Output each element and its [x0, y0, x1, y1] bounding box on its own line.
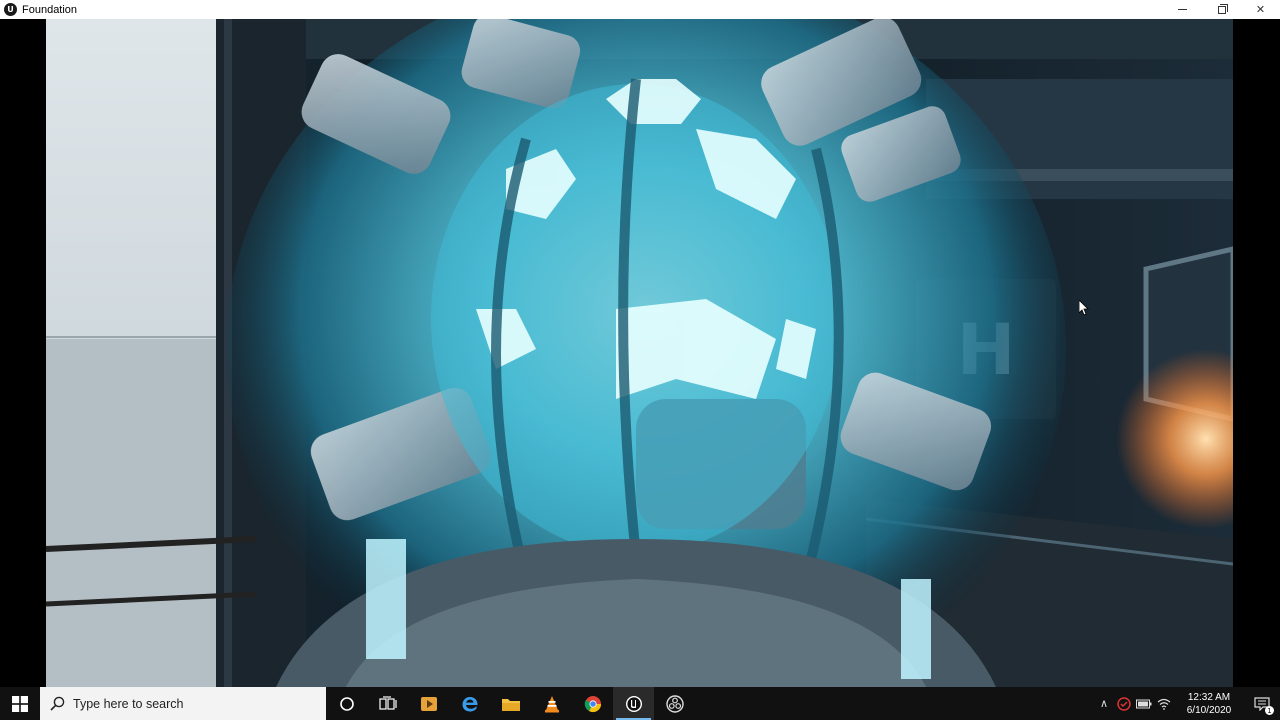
task-view-button[interactable] [367, 687, 408, 720]
search-input[interactable] [71, 695, 295, 712]
taskbar-clock[interactable]: 12:32 AM 6/10/2020 [1178, 691, 1240, 717]
window-title-bar[interactable]: U Foundation ✕ [0, 0, 1280, 19]
task-view-icon [378, 695, 397, 710]
windows-taskbar: ∧ 12:32 AM 6/10/2020 [0, 687, 1280, 720]
mouse-cursor-icon [1079, 300, 1089, 316]
chevron-up-icon: ∧ [1099, 697, 1109, 710]
windows-logo-icon [12, 695, 28, 712]
taskbar-app-vlc[interactable] [531, 687, 572, 720]
system-tray: ∧ 12:32 AM 6/10/2020 1 [1094, 687, 1280, 720]
tray-security-button[interactable] [1114, 687, 1134, 720]
search-icon [50, 696, 65, 711]
restore-button[interactable] [1202, 0, 1241, 19]
tray-network-button[interactable] [1154, 687, 1174, 720]
taskbar-app-file-explorer[interactable] [490, 687, 531, 720]
taskbar-app-unreal-engine[interactable] [613, 687, 654, 720]
battery-icon [1136, 699, 1152, 708]
notification-count-badge: 1 [1265, 706, 1274, 715]
taskbar-search-box[interactable] [40, 687, 326, 720]
chrome-icon [584, 695, 601, 712]
clock-date: 6/10/2020 [1186, 704, 1232, 716]
unreal-engine-icon [625, 695, 642, 712]
close-button[interactable]: ✕ [1241, 0, 1280, 19]
minimize-button[interactable] [1163, 0, 1202, 19]
window-controls: ✕ [1163, 0, 1280, 19]
security-shield-icon [1117, 696, 1131, 711]
taskbar-app-obs[interactable] [654, 687, 695, 720]
show-hidden-icons-button[interactable]: ∧ [1094, 687, 1114, 720]
taskbar-app-edge[interactable] [449, 687, 490, 720]
wifi-icon [1157, 698, 1171, 710]
cortana-button[interactable] [326, 687, 367, 720]
media-player-icon [420, 696, 437, 711]
action-center-button[interactable]: 1 [1244, 687, 1280, 720]
minimize-icon [1178, 9, 1187, 10]
window-title: Foundation [22, 3, 78, 16]
close-icon: ✕ [1255, 3, 1266, 16]
tray-battery-button[interactable] [1134, 687, 1154, 720]
sci-fi-reactor-scene: H [46, 19, 1233, 687]
unreal-engine-app-icon: U [4, 3, 17, 16]
taskbar-app-media-player[interactable] [408, 687, 449, 720]
file-explorer-icon [501, 698, 520, 711]
cortana-icon [339, 696, 354, 711]
obs-icon [665, 694, 684, 713]
game-viewport[interactable]: H [46, 19, 1233, 687]
restore-icon [1217, 3, 1228, 14]
start-button[interactable] [0, 687, 40, 720]
edge-icon [462, 696, 478, 711]
vlc-icon [544, 695, 559, 712]
taskbar-app-chrome[interactable] [572, 687, 613, 720]
clock-time: 12:32 AM [1187, 691, 1231, 703]
